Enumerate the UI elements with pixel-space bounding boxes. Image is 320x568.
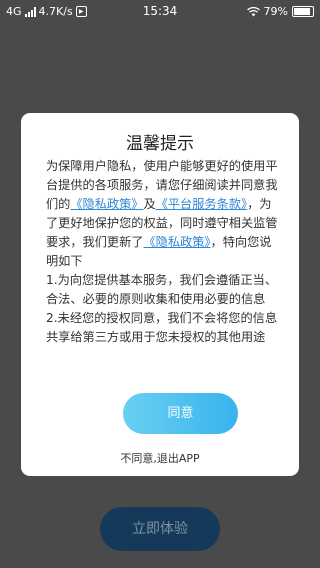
start-experience-button[interactable]: 立即体验 [100, 507, 220, 551]
notice-item-2: 2.未经您的授权同意，我们不会将您的信息共享给第三方或用于您未授权的其他用途 [46, 311, 278, 344]
privacy-dialog: 温馨提示 为保障用户隐私，使用户能够更好的使用平台提供的各项服务，请您仔细阅读并… [21, 113, 299, 476]
status-right: 79% [246, 5, 314, 18]
notice-item-1: 1.为向您提供基本服务，我们会遵循正当、合法、必要的原则收集和使用必要的信息 [46, 273, 278, 306]
service-terms-link[interactable]: 《平台服务条款》 [156, 197, 247, 211]
dialog-body: 为保障用户隐私，使用户能够更好的使用平台提供的各项服务，请您仔细阅读并同意我们的… [46, 157, 280, 347]
status-bar: 4G 4.7K/s ▶ 15:34 79% [0, 0, 320, 24]
battery-icon [292, 6, 314, 17]
privacy-policy-link-2[interactable]: 《隐私政策》 [144, 235, 211, 249]
intro-text-2: 及 [143, 197, 156, 211]
wifi-icon [246, 6, 260, 16]
decline-exit-button[interactable]: 不同意,退出APP [21, 450, 299, 466]
agree-button[interactable]: 同意 [123, 393, 238, 434]
battery-percent: 79% [263, 5, 288, 18]
privacy-policy-link[interactable]: 《隐私政策》 [70, 197, 143, 211]
dialog-title: 温馨提示 [126, 134, 194, 154]
intro-paragraph: 为保障用户隐私，使用户能够更好的使用平台提供的各项服务，请您仔细阅读并同意我们的… [46, 157, 280, 271]
